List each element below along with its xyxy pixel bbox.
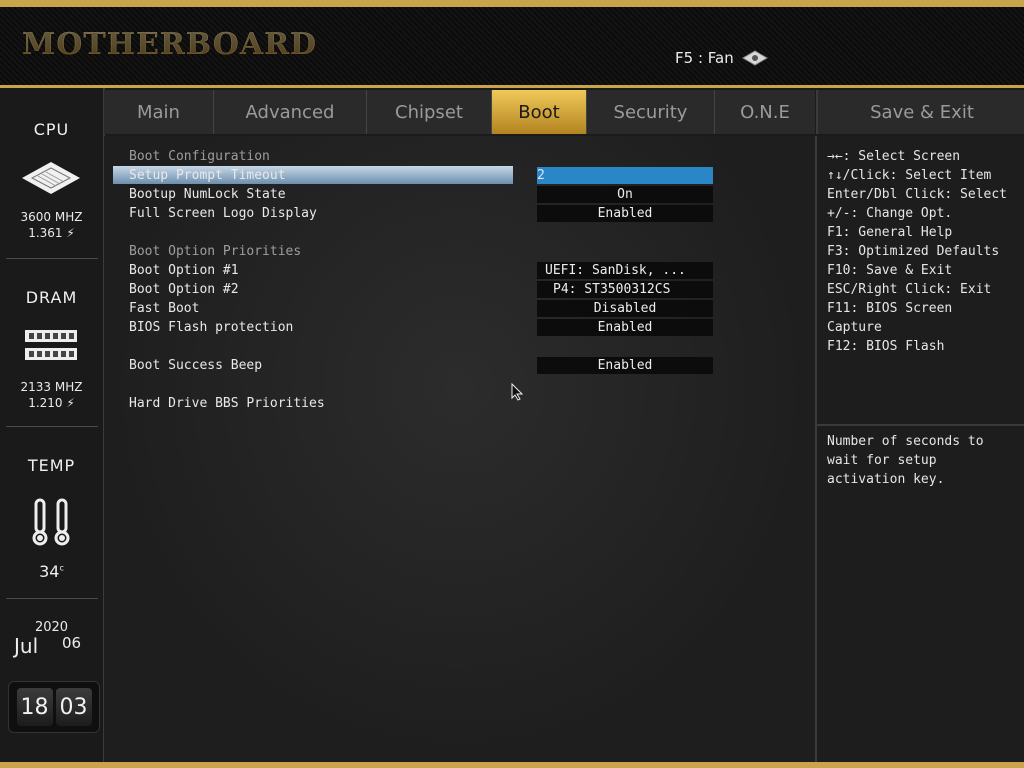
- boot-success-beep-label[interactable]: Boot Success Beep: [129, 358, 262, 373]
- help-key-line: ESC/Right Click: Exit: [827, 282, 992, 297]
- tab-save-exit[interactable]: Save & Exit: [816, 90, 1024, 134]
- mouse-cursor-icon: [511, 383, 523, 401]
- cpu-frequency: 3600 MHZ: [20, 210, 83, 224]
- date-year: 2020: [34, 620, 69, 635]
- temp-title: TEMP: [27, 456, 76, 475]
- temperature-value: 34: [39, 562, 60, 581]
- tab-boot[interactable]: Boot: [492, 90, 587, 134]
- setup-prompt-timeout-label[interactable]: Setup Prompt Timeout: [129, 168, 286, 183]
- temperature-unit: c: [59, 563, 64, 573]
- fan-hint-label: F5 : Fan: [675, 49, 734, 67]
- hard-drive-bbs-priorities-link[interactable]: Hard Drive BBS Priorities: [129, 396, 325, 411]
- help-key-line: F12: BIOS Flash: [827, 339, 945, 354]
- header: MOTHERBOARD F5 : Fan: [0, 7, 1024, 88]
- help-key-line: ↑↓/Click: Select Item: [827, 168, 992, 183]
- tab-one[interactable]: O.N.E: [715, 90, 815, 134]
- thermometer-icon: [32, 498, 70, 546]
- numlock-state-value[interactable]: On: [537, 186, 713, 203]
- dram-module-icon: [25, 330, 77, 360]
- section-boot-configuration: Boot Configuration: [129, 149, 270, 164]
- cpu-chip-icon: [22, 162, 80, 194]
- boot-option-2-value[interactable]: P4: ST3500312CS: [537, 281, 713, 298]
- brand-logo: MOTHERBOARD: [22, 27, 318, 62]
- sidebar-divider: [6, 258, 98, 259]
- boot-option-2-label[interactable]: Boot Option #2: [129, 282, 239, 297]
- help-key-line: →←: Select Screen: [827, 149, 961, 164]
- clock-minutes: 03: [55, 688, 92, 726]
- dram-title: DRAM: [25, 288, 78, 307]
- boot-success-beep-value[interactable]: Enabled: [537, 357, 713, 374]
- help-key-line: F10: Save & Exit: [827, 263, 953, 278]
- clock: 18 03: [8, 681, 100, 733]
- help-key-line: Capture: [827, 320, 882, 335]
- numlock-state-label[interactable]: Bootup NumLock State: [129, 187, 286, 202]
- logo-display-label[interactable]: Full Screen Logo Display: [129, 206, 317, 221]
- tab-chipset[interactable]: Chipset: [367, 90, 492, 134]
- section-boot-option-priorities: Boot Option Priorities: [129, 244, 302, 259]
- help-panel: →←: Select Screen ↑↓/Click: Select Item …: [815, 136, 1024, 762]
- bios-flash-protection-value[interactable]: Enabled: [537, 319, 713, 336]
- fast-boot-label[interactable]: Fast Boot: [129, 301, 199, 316]
- fan-icon: [741, 50, 768, 66]
- date-day: 06: [62, 634, 82, 652]
- tab-main[interactable]: Main: [104, 90, 214, 134]
- tab-security[interactable]: Security: [587, 90, 715, 134]
- help-key-line: +/-: Change Opt.: [827, 206, 953, 221]
- help-key-line: F3: Optimized Defaults: [827, 244, 1000, 259]
- help-divider: [817, 424, 1024, 426]
- temperature-readout: 34c: [0, 562, 103, 581]
- help-key-line: Enter/Dbl Click: Select: [827, 187, 1008, 202]
- help-description-line: Number of seconds to: [827, 434, 984, 449]
- clock-hours: 18: [16, 688, 53, 726]
- help-key-line: F11: BIOS Screen: [827, 301, 953, 316]
- main-tab-bar: Main Advanced Chipset Boot Security O.N.…: [104, 90, 815, 134]
- boot-option-1-label[interactable]: Boot Option #1: [129, 263, 239, 278]
- logo-display-value[interactable]: Enabled: [537, 205, 713, 222]
- dram-voltage: 1.210 ⚡: [28, 396, 75, 410]
- date-month: Jul: [14, 634, 39, 658]
- boot-settings-panel: Boot Configuration Setup Prompt Timeout …: [104, 136, 815, 762]
- dram-frequency: 2133 MHZ: [20, 380, 83, 394]
- fast-boot-value[interactable]: Disabled: [537, 300, 713, 317]
- help-key-line: F1: General Help: [827, 225, 953, 240]
- fan-hotkey[interactable]: F5 : Fan: [675, 49, 768, 67]
- cpu-voltage: 1.361 ⚡: [28, 226, 75, 240]
- system-status-sidebar: CPU 3600 MHZ 1.361 ⚡ DRAM 2133 MHZ 1.210…: [0, 88, 105, 762]
- sidebar-divider: [6, 426, 98, 427]
- sidebar-divider: [6, 598, 98, 599]
- help-description-line: activation key.: [827, 472, 945, 487]
- boot-option-1-value[interactable]: UEFI: SanDisk, ...: [537, 262, 713, 279]
- tab-advanced[interactable]: Advanced: [214, 90, 367, 134]
- cpu-title: CPU: [33, 120, 70, 139]
- help-description-line: wait for setup: [827, 453, 937, 468]
- bios-flash-protection-label[interactable]: BIOS Flash protection: [129, 320, 293, 335]
- setup-prompt-timeout-input[interactable]: 2: [537, 167, 713, 184]
